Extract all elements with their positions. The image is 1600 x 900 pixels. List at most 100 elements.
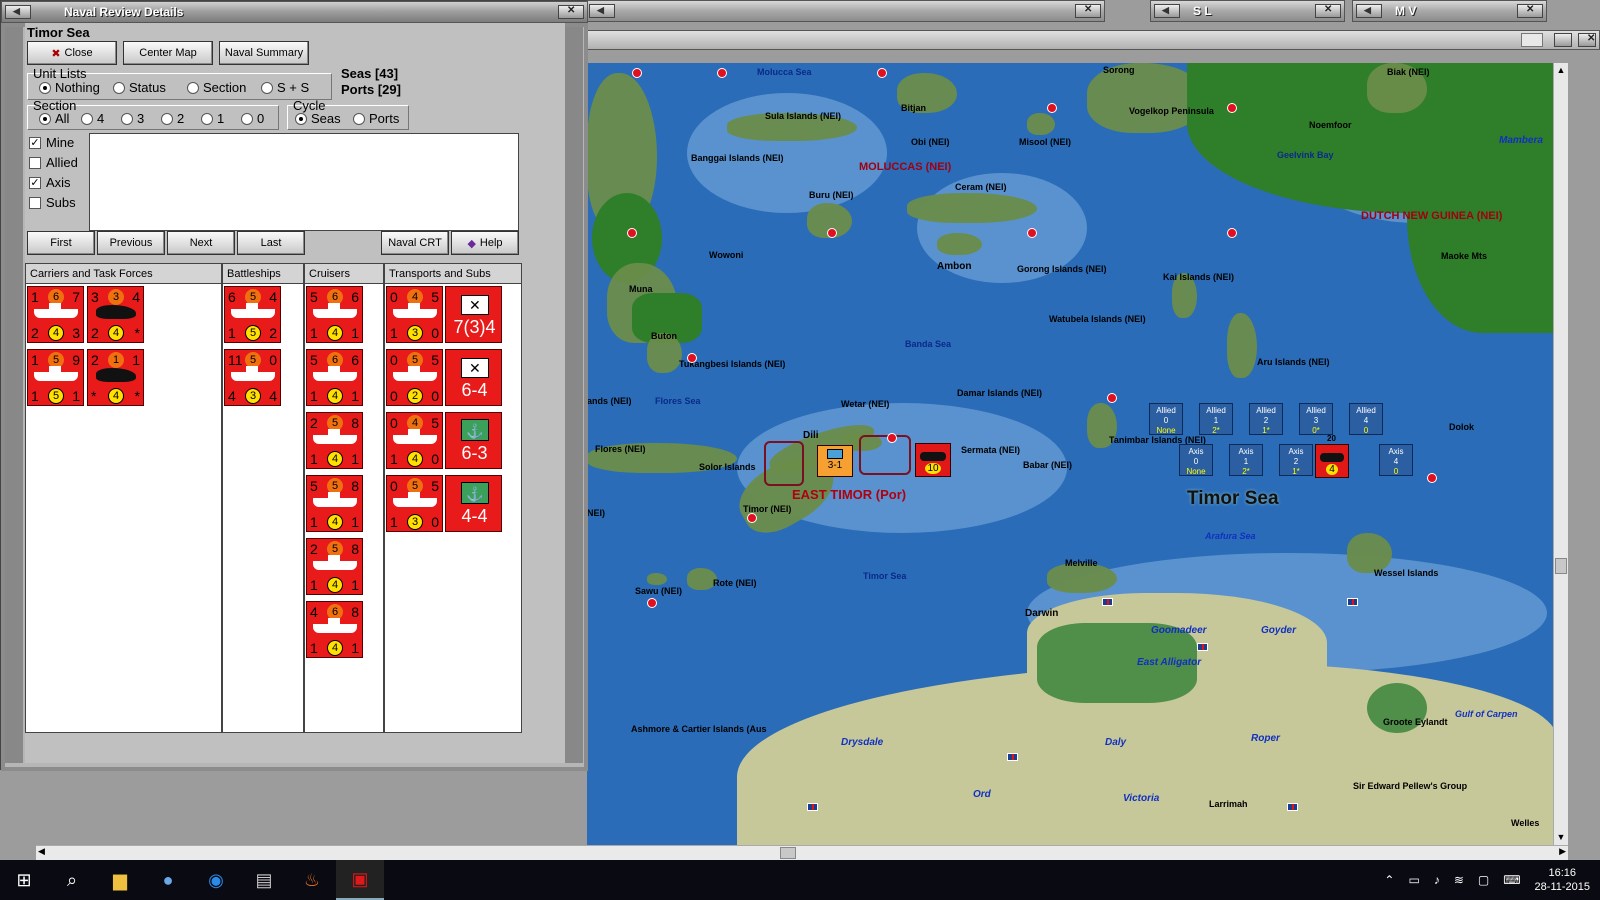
radio-all[interactable]: All [39, 111, 69, 126]
close-icon[interactable] [1517, 4, 1543, 18]
unit-counter[interactable]: 167243 [27, 286, 84, 343]
unit-counter[interactable]: 566141 [306, 286, 363, 343]
unit-counter[interactable]: 468141 [306, 601, 363, 658]
map-vertical-scrollbar[interactable]: ▲ ▼ [1553, 63, 1568, 845]
unit-counter[interactable]: 2 1 1 * 4 * [87, 349, 144, 406]
scroll-down-icon[interactable]: ▼ [1554, 830, 1568, 845]
axis-chip[interactable]: Axis 0 None [1179, 444, 1213, 476]
radio-nothing[interactable]: Nothing [39, 80, 100, 95]
scroll-left-icon[interactable]: ◀ [38, 846, 45, 857]
unit-counter[interactable]: 11 5 0 4 3 4 [224, 349, 281, 406]
radio-section[interactable]: Section [187, 80, 246, 95]
sub-counter[interactable]: ⚓ 4-4 [445, 475, 502, 532]
map-window-titlebar[interactable] [585, 30, 1600, 50]
axis-chip[interactable]: Axis 2 1* [1279, 444, 1313, 476]
window-titlebar-mv[interactable]: M V [1352, 0, 1547, 22]
unit-counter[interactable]: 558141 [306, 475, 363, 532]
unit-counter[interactable]: 258141 [306, 538, 363, 595]
map-unit-counter[interactable]: 4 [1315, 444, 1349, 478]
window-titlebar-sl[interactable]: S L [1150, 0, 1345, 22]
radio-ports[interactable]: Ports [353, 111, 399, 126]
wif-game-icon[interactable]: ▣ [336, 860, 384, 900]
map-unit-counter[interactable]: 3-1 [817, 445, 853, 477]
unit-counter[interactable]: 045130 [386, 286, 443, 343]
radio-1[interactable]: 1 [201, 111, 224, 126]
clock[interactable]: 16:16 28-11-2015 [1535, 866, 1590, 894]
back-icon[interactable] [5, 5, 31, 19]
back-icon[interactable] [1154, 4, 1180, 18]
naval-crt-button[interactable]: Naval CRT [381, 231, 449, 255]
allied-chip[interactable]: Allied 2 1* [1249, 403, 1283, 435]
unit-counter[interactable]: 654152 [224, 286, 281, 343]
sub-counter[interactable]: 6-4 [445, 349, 502, 406]
naval-summary-button[interactable]: Naval Summary [219, 41, 309, 65]
first-button[interactable]: First [27, 231, 95, 255]
filter-allied[interactable]: Allied [29, 155, 78, 170]
radio-s-s[interactable]: S + S [261, 80, 309, 95]
map-horizontal-scrollbar[interactable]: ◀ ▶ [36, 845, 1568, 860]
windows-start-icon[interactable]: ⊞ [0, 860, 48, 900]
filter-subs[interactable]: Subs [29, 195, 76, 210]
allied-chip[interactable]: Allied 0 None [1149, 403, 1183, 435]
allied-chip[interactable]: Allied 4 0 [1349, 403, 1383, 435]
close-icon[interactable] [1578, 33, 1596, 47]
close-icon[interactable] [1075, 4, 1101, 18]
radio-0[interactable]: 0 [241, 111, 264, 126]
radio-3[interactable]: 3 [121, 111, 144, 126]
radio-2[interactable]: 2 [161, 111, 184, 126]
counter-value: 6 [351, 289, 359, 305]
info-list[interactable] [89, 133, 519, 231]
notifications-icon[interactable]: ▢ [1478, 873, 1489, 887]
unit-counter[interactable]: 3 3 4 2 4 * [87, 286, 144, 343]
sub-counter[interactable]: ⚓ 6-3 [445, 412, 502, 469]
unit-counter[interactable]: 566141 [306, 349, 363, 406]
filter-axis[interactable]: ✓ Axis [29, 175, 71, 190]
unit-counter[interactable]: 159151 [27, 349, 84, 406]
close-icon[interactable] [558, 5, 584, 19]
scroll-right-icon[interactable]: ▶ [1559, 846, 1566, 857]
previous-button[interactable]: Previous [97, 231, 165, 255]
counter-value: 5 [431, 289, 439, 305]
scroll-thumb[interactable] [780, 847, 796, 859]
close-button[interactable]: ✖ Close [27, 41, 117, 65]
document-app-icon[interactable]: ▤ [240, 860, 288, 900]
unit-counter[interactable]: 258141 [306, 412, 363, 469]
search-icon[interactable]: ⌕ [48, 860, 96, 900]
next-button[interactable]: Next [167, 231, 235, 255]
unit-counter[interactable]: 055020 [386, 349, 443, 406]
radio-status[interactable]: Status [113, 80, 166, 95]
window-titlebar-middle[interactable] [585, 0, 1105, 22]
map-view[interactable]: Molucca Sea Sorong Biak (NEI) Vogelkop P… [587, 63, 1553, 845]
game-launcher-icon[interactable]: ♨ [288, 860, 336, 900]
messenger-icon[interactable]: ◉ [192, 860, 240, 900]
close-icon[interactable] [1315, 4, 1341, 18]
unit-counter[interactable]: 055130 [386, 475, 443, 532]
dialog-titlebar[interactable]: Naval Review Details [1, 1, 588, 23]
map-unit-counter[interactable]: 10 [915, 443, 951, 477]
center-map-button[interactable]: Center Map [123, 41, 213, 65]
checkbox-icon: ✓ [29, 136, 41, 149]
allied-chip[interactable]: Allied 3 0* [1299, 403, 1333, 435]
axis-chip[interactable]: Axis 4 0 [1379, 444, 1413, 476]
last-button[interactable]: Last [237, 231, 305, 255]
allied-chip[interactable]: Allied 1 2* [1199, 403, 1233, 435]
volume-icon[interactable]: ♪ [1434, 873, 1440, 887]
help-button[interactable]: ◆ Help [451, 231, 519, 255]
restore-icon[interactable] [1554, 33, 1572, 47]
filter-mine[interactable]: ✓ Mine [29, 135, 74, 150]
unit-counter[interactable]: 045140 [386, 412, 443, 469]
axis-chip[interactable]: Axis 1 2* [1229, 444, 1263, 476]
wifi-icon[interactable]: ≋ [1454, 873, 1464, 887]
file-explorer-icon[interactable]: ▆ [96, 860, 144, 900]
keyboard-icon[interactable]: ⌨ [1503, 873, 1520, 887]
scroll-up-icon[interactable]: ▲ [1554, 63, 1568, 78]
radio-seas[interactable]: Seas [295, 111, 341, 126]
radio-4[interactable]: 4 [81, 111, 104, 126]
browser-icon[interactable]: ● [144, 860, 192, 900]
back-icon[interactable] [1356, 4, 1382, 18]
chevron-up-icon[interactable]: ⌃ [1384, 873, 1394, 887]
battery-icon[interactable]: ▭ [1408, 873, 1419, 887]
back-icon[interactable] [589, 4, 615, 18]
scroll-thumb[interactable] [1555, 558, 1567, 574]
sub-counter[interactable]: 7(3)4 [445, 286, 502, 343]
